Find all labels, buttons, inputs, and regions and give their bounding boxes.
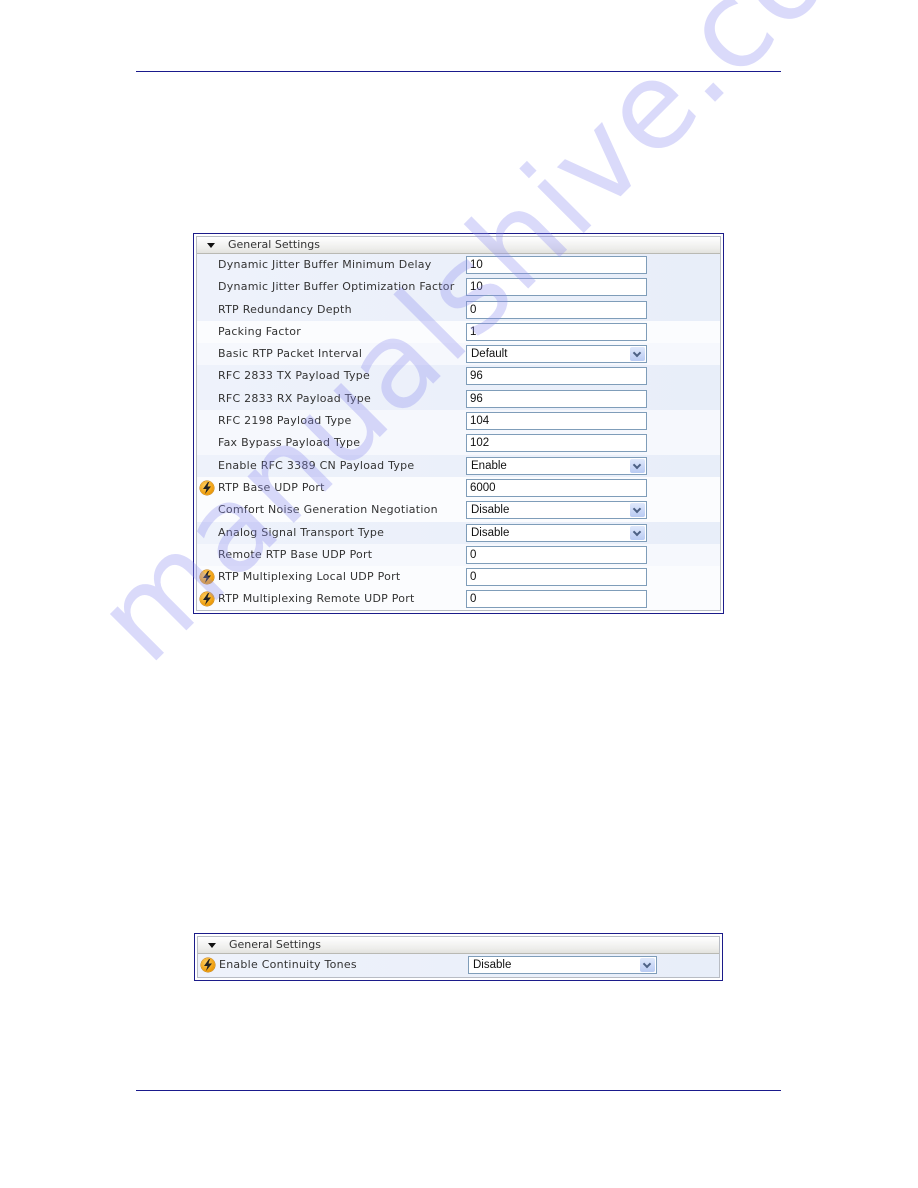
setting-row: Comfort Noise Generation Negotiation Disa… [197,499,720,522]
field-value: 10 [470,259,483,271]
continuity-tones-panel: General Settings Enable Continuity Tones… [194,933,723,981]
setting-label: Packing Factor [218,324,301,338]
setting-input[interactable]: 96 [466,389,647,408]
setting-row: RFC 2833 TX Payload Type 96 [197,365,720,388]
setting-row: Packing Factor 1 [197,320,720,344]
field-value: 96 [470,370,483,383]
settings-rows: Dynamic Jitter Buffer Minimum Delay 10 Dyn… [197,254,720,610]
setting-row: Fax Bypass Payload Type 102 [197,432,720,455]
chevron-down-icon[interactable] [640,958,655,972]
field-value: 10 [470,281,483,294]
setting-row: Basic RTP Packet Interval Default [197,343,720,366]
settings-rows: Enable Continuity Tones Disable [198,954,719,977]
setting-row: RTP Multiplexing Local UDP Port 0 [197,566,720,589]
setting-input[interactable]: 0 [466,545,647,564]
setting-row: RFC 2198 Payload Type 104 [197,410,720,433]
setting-input[interactable]: 10 [466,278,647,297]
field-value: 1 [470,325,477,338]
setting-label: RFC 2833 TX Payload Type [218,369,371,383]
setting-input[interactable]: 0 [466,590,647,609]
setting-label: RFC 2198 Payload Type [218,414,352,428]
chevron-down-icon[interactable] [630,458,645,473]
chevron-down-icon[interactable] [630,525,645,540]
general-settings-panel: General Settings Dynamic Jitter Buffer M… [193,233,724,614]
field-value: Disable [471,504,510,517]
setting-label: Dynamic Jitter Buffer Optimization Facto… [218,280,455,294]
collapse-triangle-icon[interactable] [208,943,216,948]
collapse-triangle-icon[interactable] [207,243,215,248]
field-value: 102 [470,437,490,450]
field-value: Enable [471,459,507,472]
setting-select[interactable]: Disable [468,956,657,974]
field-value: Default [471,348,508,361]
setting-row: Enable RFC 3389 CN Payload Type Enable [197,454,720,477]
setting-label: Fax Bypass Payload Type [218,436,361,450]
field-value: Disable [471,526,510,539]
field-value: 96 [470,392,483,405]
panel-header[interactable]: General Settings [198,937,719,954]
setting-input[interactable]: 104 [466,412,647,431]
field-value: 6000 [470,481,496,494]
setting-select[interactable]: Disable [466,501,647,520]
chevron-down-icon[interactable] [630,503,645,518]
setting-row: Dynamic Jitter Buffer Minimum Delay 10 [197,254,720,277]
setting-input[interactable]: 102 [466,434,647,453]
setting-row: Analog Signal Transport Type Disable [197,521,720,544]
footer-rule [136,1090,781,1091]
field-value: 0 [470,548,477,561]
setting-label: RTP Multiplexing Local UDP Port [218,570,401,584]
field-value: 104 [470,415,490,428]
setting-row: RTP Base UDP Port 6000 [197,476,720,500]
field-value: 0 [470,593,477,606]
field-value: 0 [470,303,477,316]
setting-row: RTP Redundancy Depth 0 [197,298,720,321]
panel-title: General Settings [228,238,320,251]
setting-label: RTP Base UDP Port [218,480,325,494]
setting-input[interactable]: 0 [466,568,647,587]
setting-label: RTP Multiplexing Remote UDP Port [218,592,415,606]
setting-label: RFC 2833 RX Payload Type [218,391,371,405]
header-rule [136,71,781,72]
lightning-bolt-icon [201,958,215,972]
setting-label: Basic RTP Packet Interval [218,347,363,361]
lightning-bolt-icon [200,592,214,607]
lightning-bolt-icon [200,480,214,495]
field-value: Disable [473,959,512,971]
setting-select[interactable]: Default [466,345,647,364]
setting-input[interactable]: 96 [466,367,647,386]
setting-input[interactable]: 0 [466,300,647,319]
setting-select[interactable]: Disable [466,523,647,542]
setting-label: RTP Redundancy Depth [218,302,352,316]
setting-select[interactable]: Enable [466,456,647,475]
panel-title: General Settings [229,938,321,951]
setting-row: Remote RTP Base UDP Port 0 [197,543,720,567]
setting-input[interactable]: 10 [466,256,647,274]
setting-label: Enable Continuity Tones [219,958,357,971]
setting-label: Comfort Noise Generation Negotiation [218,503,438,517]
setting-row: RFC 2833 RX Payload Type 96 [197,387,720,411]
setting-input[interactable]: 6000 [466,478,647,497]
setting-row: RTP Multiplexing Remote UDP Port 0 [197,588,720,610]
setting-label: Dynamic Jitter Buffer Minimum Delay [218,258,432,271]
setting-row: Enable Continuity Tones Disable [198,954,719,977]
setting-label: Enable RFC 3389 CN Payload Type [218,458,415,472]
setting-row: Dynamic Jitter Buffer Optimization Facto… [197,276,720,299]
lightning-bolt-icon [200,570,214,585]
setting-label: Analog Signal Transport Type [218,525,385,539]
panel-header[interactable]: General Settings [197,237,720,254]
chevron-down-icon[interactable] [630,347,645,362]
field-value: 0 [470,571,477,584]
setting-input[interactable]: 1 [466,322,647,341]
setting-label: Remote RTP Base UDP Port [218,547,373,561]
